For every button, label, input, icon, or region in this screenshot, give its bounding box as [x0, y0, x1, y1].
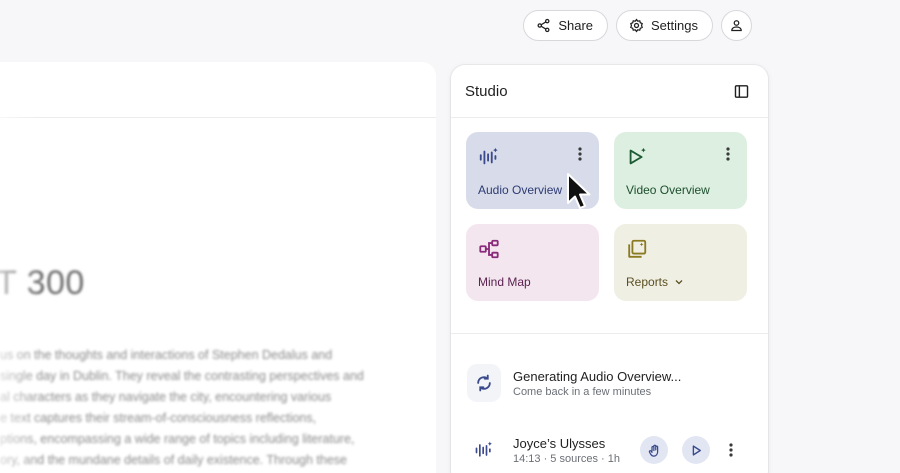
- mind-map-label: Mind Map: [478, 275, 531, 289]
- studio-tile-grid: Audio Overview Video Overview Mind Map R…: [451, 118, 768, 301]
- audio-waveform-icon: [475, 441, 492, 457]
- settings-label: Settings: [651, 18, 698, 33]
- hand-wave-icon: [648, 444, 658, 457]
- paragraph-line: ptions, encompassing a wide range of top…: [0, 432, 355, 446]
- play-icon: [692, 444, 701, 456]
- sync-icon: [477, 374, 491, 392]
- reports-label-text: Reports: [626, 275, 669, 289]
- more-vert-icon[interactable]: [573, 146, 587, 162]
- paragraph-line: e text captures their stream-of-consciou…: [0, 411, 317, 425]
- play-button[interactable]: [682, 436, 710, 464]
- studio-output-list: Generating Audio Overview... Come back i…: [451, 334, 768, 473]
- share-label: Share: [558, 18, 594, 33]
- audio-item-text: Joyce’s Ulysses 14:13 · 5 sources · 1h: [513, 436, 620, 465]
- more-vert-icon[interactable]: [724, 442, 738, 458]
- mind-map-icon: [479, 239, 499, 259]
- edge-fade: [0, 62, 40, 473]
- generating-subtitle: Come back in a few minutes: [513, 385, 652, 398]
- generating-audio-item: Generating Audio Overview... Come back i…: [467, 353, 750, 413]
- more-vert-icon[interactable]: [721, 146, 735, 162]
- studio-title: Studio: [465, 82, 508, 100]
- paragraph-line: single day in Dublin. They reveal the co…: [0, 369, 364, 383]
- collapse-panel-icon[interactable]: [733, 83, 750, 100]
- document-blur-layer: T 300 us on the thoughts and interaction…: [0, 62, 436, 473]
- document-paragraph: us on the thoughts and interactions of S…: [0, 345, 400, 471]
- studio-header: Studio: [451, 65, 768, 118]
- paragraph-line: al characters as they navigate the city,…: [0, 390, 332, 404]
- gear-icon: [630, 18, 643, 33]
- mind-map-tile[interactable]: Mind Map: [466, 224, 599, 301]
- account-button[interactable]: [721, 10, 752, 41]
- generating-badge: [467, 364, 501, 402]
- paragraph-line: us on the thoughts and interactions of S…: [0, 348, 333, 362]
- reports-tile[interactable]: Reports: [614, 224, 747, 301]
- chevron-down-icon[interactable]: [673, 276, 685, 288]
- generating-title: Generating Audio Overview...: [513, 368, 682, 384]
- audio-waveform-icon: [479, 147, 498, 165]
- audio-overview-item[interactable]: Joyce’s Ulysses 14:13 · 5 sources · 1h: [467, 423, 750, 473]
- mouse-cursor-icon: [567, 173, 591, 209]
- paragraph-line: ory, and the mundane details of daily ex…: [0, 453, 347, 467]
- source-document-pane: T 300 us on the thoughts and interaction…: [0, 62, 436, 473]
- reports-icon: [628, 239, 647, 258]
- audio-item-meta: 14:13 · 5 sources · 1h: [513, 452, 621, 465]
- generating-text: Generating Audio Overview... Come back i…: [513, 369, 681, 398]
- studio-panel: Studio Audio Overview Video Overview Min…: [451, 65, 768, 473]
- person-icon: [731, 20, 742, 32]
- audio-item-title: Joyce’s Ulysses: [513, 435, 606, 451]
- video-overview-label: Video Overview: [626, 183, 710, 197]
- video-overview-tile[interactable]: Video Overview: [614, 132, 747, 209]
- share-icon: [537, 18, 550, 33]
- top-bar: Share Settings: [523, 10, 752, 41]
- audio-overview-label: Audio Overview: [478, 183, 563, 197]
- audio-item-badge: [467, 431, 501, 469]
- reports-label: Reports: [626, 275, 685, 289]
- share-button[interactable]: Share: [523, 10, 609, 41]
- interactive-mode-button[interactable]: [640, 436, 668, 464]
- settings-button[interactable]: Settings: [616, 10, 713, 41]
- video-play-icon: [629, 147, 646, 165]
